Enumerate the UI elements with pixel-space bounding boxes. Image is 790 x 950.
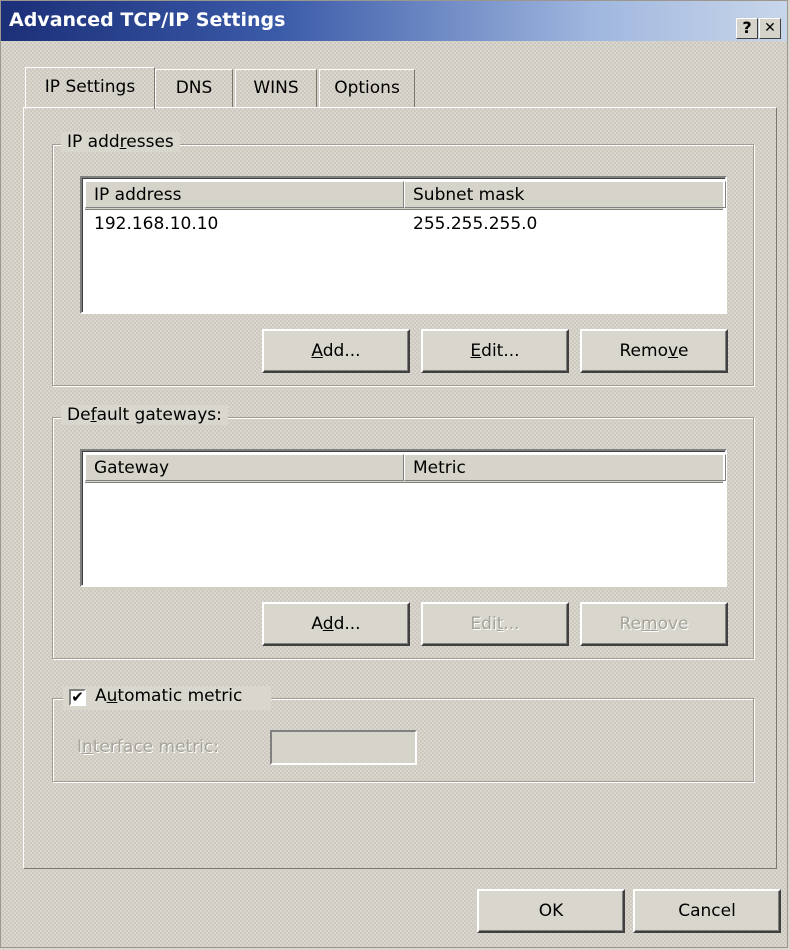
tab-wins[interactable]: WINS [235, 69, 317, 107]
ip-list-header: IP address Subnet mask [85, 181, 726, 210]
automatic-metric-checkbox[interactable]: ✔ [69, 689, 86, 706]
dialog-window: Advanced TCP/IP Settings ? ✕ IP Settings… [0, 0, 788, 948]
ip-addresses-group: IP addresses IP address Subnet mask 192.… [52, 132, 754, 386]
interface-metric-label: Interface metric: [77, 737, 219, 757]
interface-metric-input[interactable] [270, 730, 417, 765]
tab-ip-settings[interactable]: IP Settings [25, 67, 155, 109]
close-button[interactable]: ✕ [759, 18, 781, 39]
gateways-list-header: Gateway Metric [85, 454, 726, 483]
default-gateways-group: Default gateways: Gateway Metric Add... … [52, 405, 754, 659]
gateway-edit-button[interactable]: Edit... [421, 602, 569, 646]
column-header-subnet-mask[interactable]: Subnet mask [404, 181, 726, 208]
column-header-ip-address[interactable]: IP address [85, 181, 404, 208]
ok-button[interactable]: OK [477, 889, 625, 933]
ip-addresses-list[interactable]: IP address Subnet mask 192.168.10.10 255… [80, 176, 727, 314]
default-gateways-legend: Default gateways: [61, 405, 228, 425]
title-bar[interactable]: Advanced TCP/IP Settings ? ✕ [1, 1, 787, 41]
ip-address-cell: 192.168.10.10 [94, 214, 219, 234]
tab-dns[interactable]: DNS [155, 69, 233, 107]
tab-options[interactable]: Options [319, 69, 415, 107]
gateways-list[interactable]: Gateway Metric [80, 449, 727, 587]
ip-addresses-legend: IP addresses [61, 132, 180, 152]
ip-remove-button[interactable]: Remove [580, 329, 728, 373]
gateway-remove-button[interactable]: Remove [580, 602, 728, 646]
column-header-gateway[interactable]: Gateway [85, 454, 404, 481]
ip-add-button[interactable]: Add... [262, 329, 410, 373]
ip-edit-button[interactable]: Edit... [421, 329, 569, 373]
automatic-metric-label: Automatic metric [95, 686, 243, 706]
gateway-add-button[interactable]: Add... [262, 602, 410, 646]
metric-group: ✔ Automatic metric Interface metric: [52, 686, 754, 782]
subnet-mask-cell: 255.255.255.0 [413, 214, 538, 234]
cancel-button[interactable]: Cancel [633, 889, 781, 933]
tab-panel-ip-settings: IP addresses IP address Subnet mask 192.… [23, 107, 777, 869]
help-button[interactable]: ? [736, 18, 758, 39]
column-header-metric[interactable]: Metric [404, 454, 726, 481]
automatic-metric-control[interactable]: ✔ Automatic metric [63, 686, 271, 710]
window-title: Advanced TCP/IP Settings [9, 9, 286, 31]
